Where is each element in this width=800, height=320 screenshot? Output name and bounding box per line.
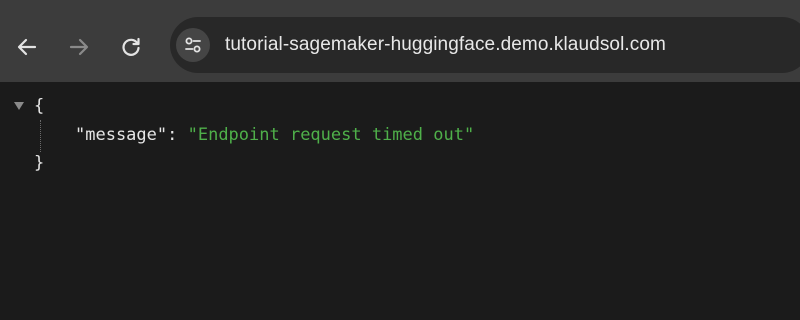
browser-toolbar: tutorial-sagemaker-huggingface.demo.klau… [0, 0, 800, 82]
back-button[interactable] [8, 28, 46, 66]
address-bar[interactable]: tutorial-sagemaker-huggingface.demo.klau… [170, 17, 800, 73]
json-open-brace: { [34, 96, 45, 116]
url-text[interactable]: tutorial-sagemaker-huggingface.demo.klau… [225, 17, 666, 73]
forward-button[interactable] [60, 28, 98, 66]
json-colon: : [167, 125, 188, 145]
json-viewer: { "message": "Endpoint request timed out… [0, 82, 800, 320]
json-close-brace: } [34, 153, 45, 173]
indent-guide [40, 120, 41, 152]
reload-icon [122, 37, 140, 56]
site-info-button[interactable] [176, 28, 210, 62]
reload-button[interactable] [112, 28, 150, 66]
arrow-left-icon [17, 38, 37, 56]
collapse-toggle-icon[interactable] [14, 102, 24, 110]
json-property: "message": "Endpoint request timed out" [75, 122, 474, 148]
json-string-value: "Endpoint request timed out" [187, 125, 475, 145]
tune-icon [185, 37, 201, 53]
arrow-right-icon [69, 38, 89, 56]
json-key: "message" [75, 125, 168, 145]
